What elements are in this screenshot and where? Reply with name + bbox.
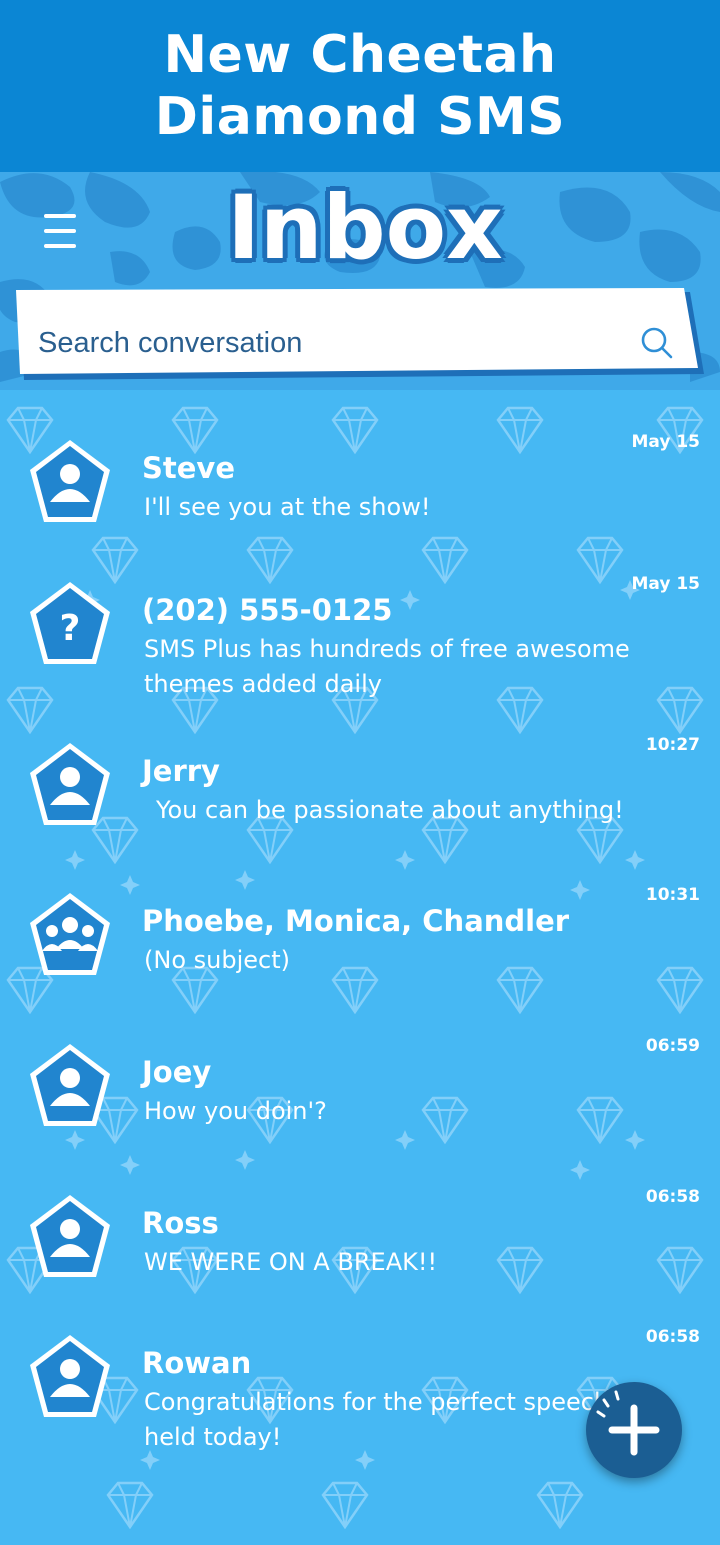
contact-name: Steve bbox=[142, 451, 235, 485]
conversation-row[interactable]: Joey How you doin'? 06:59 bbox=[0, 1034, 720, 1154]
person-icon bbox=[26, 1331, 114, 1421]
plus-icon bbox=[596, 1390, 660, 1456]
contact-name: Jerry bbox=[142, 754, 220, 788]
conversation-row[interactable]: Ross WE WERE ON A BREAK!! 06:58 bbox=[0, 1185, 720, 1305]
conversation-row[interactable]: ? (202) 555-0125 SMS Plus has hundreds of … bbox=[0, 572, 720, 698]
person-icon bbox=[26, 1040, 114, 1130]
search-bar[interactable] bbox=[14, 288, 706, 384]
unknown-contact-icon: ? bbox=[26, 578, 114, 668]
new-message-button[interactable] bbox=[586, 1382, 682, 1478]
person-icon bbox=[26, 436, 114, 526]
message-snippet: (No subject) bbox=[144, 946, 290, 974]
message-snippet: WE WERE ON A BREAK!! bbox=[144, 1248, 438, 1276]
message-time: 06:59 bbox=[645, 1036, 700, 1056]
group-icon bbox=[26, 889, 114, 979]
contact-name: Ross bbox=[142, 1206, 219, 1240]
conversation-row[interactable]: Steve I'll see you at the show! May 15 bbox=[0, 430, 720, 550]
message-time: 06:58 bbox=[645, 1187, 700, 1207]
message-time: 10:31 bbox=[645, 885, 700, 905]
hamburger-menu-icon[interactable] bbox=[44, 214, 80, 248]
person-icon bbox=[26, 739, 114, 829]
message-snippet: SMS Plus has hundreds of free awesome th… bbox=[144, 635, 630, 698]
banner-line-1: New Cheetah bbox=[163, 25, 557, 85]
banner-line-2: Diamond SMS bbox=[154, 87, 566, 147]
contact-name: (202) 555-0125 bbox=[142, 593, 393, 627]
message-time: May 15 bbox=[631, 574, 700, 594]
contact-name: Phoebe, Monica, Chandler bbox=[142, 904, 570, 938]
message-time: 06:58 bbox=[645, 1327, 700, 1347]
message-time: 10:27 bbox=[645, 735, 700, 755]
contact-name: Joey bbox=[142, 1055, 212, 1089]
svg-text:?: ? bbox=[60, 608, 81, 649]
page-title: Inbox bbox=[227, 176, 503, 279]
promo-banner: New Cheetah Diamond SMS bbox=[0, 0, 720, 172]
person-icon bbox=[26, 1191, 114, 1281]
message-snippet: How you doin'? bbox=[144, 1097, 327, 1125]
message-snippet: You can be passionate about anything! bbox=[156, 796, 624, 824]
contact-name: Rowan bbox=[142, 1346, 252, 1380]
conversation-row[interactable]: Phoebe, Monica, Chandler (No subject) 10:3… bbox=[0, 883, 720, 1003]
search-icon[interactable] bbox=[640, 326, 674, 360]
search-input[interactable] bbox=[36, 320, 630, 366]
message-snippet: I'll see you at the show! bbox=[144, 493, 431, 521]
conversation-row[interactable]: Jerry You can be passionate about anythin… bbox=[0, 733, 720, 853]
message-time: May 15 bbox=[631, 432, 700, 452]
app-header: Inbox bbox=[0, 172, 720, 390]
